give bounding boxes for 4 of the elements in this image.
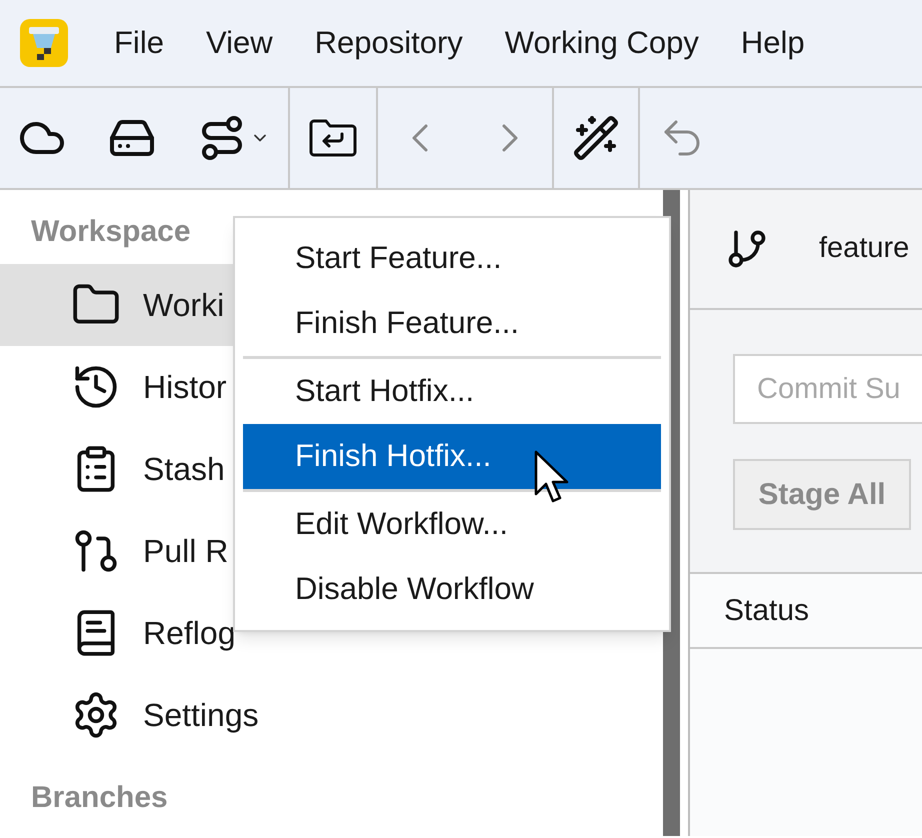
column-header: Status — [724, 593, 810, 629]
section-header: Branches — [31, 780, 168, 816]
section-header: Workspace — [31, 214, 191, 250]
branch-name: feature — [819, 231, 910, 266]
